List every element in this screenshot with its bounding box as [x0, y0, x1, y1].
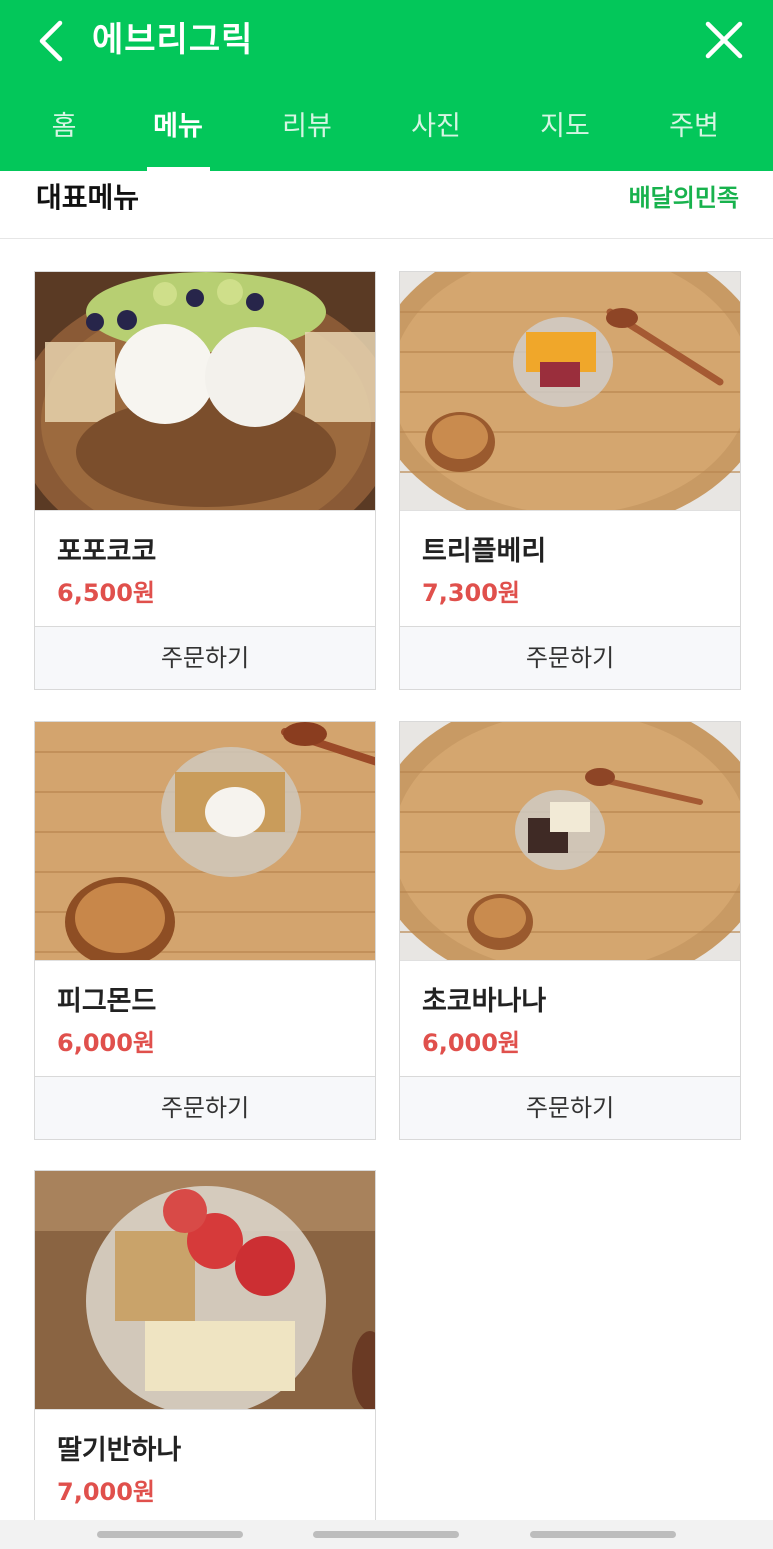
handle-left [97, 1531, 243, 1538]
menu-photo[interactable] [400, 722, 740, 960]
menu-card[interactable]: 딸기반하나 7,000원 [34, 1170, 376, 1522]
menu-photo[interactable] [35, 1171, 375, 1409]
menu-card[interactable]: 포포코코 6,500원 주문하기 [34, 271, 376, 690]
menu-info: 포포코코 6,500원 [35, 510, 375, 626]
tab-nearby[interactable]: 주변 [630, 85, 758, 171]
order-button[interactable]: 주문하기 [35, 626, 375, 689]
delivery-app-link[interactable]: 배달의민족 [629, 175, 739, 221]
menu-photo[interactable] [400, 272, 740, 510]
order-button[interactable]: 주문하기 [400, 1076, 740, 1139]
menu-photo[interactable] [35, 272, 375, 510]
tab-menu[interactable]: 메뉴 [114, 85, 242, 171]
order-button[interactable]: 주문하기 [35, 1076, 375, 1139]
menu-card[interactable]: 트리플베리 7,300원 주문하기 [399, 271, 741, 690]
handle-right [530, 1531, 676, 1538]
menu-name: 딸기반하나 [57, 1435, 182, 1466]
tab-reviews[interactable]: 리뷰 [243, 85, 371, 171]
menu-price: 7,000원 [57, 1478, 155, 1506]
menu-name: 트리플베리 [422, 536, 547, 567]
order-button[interactable]: 주문하기 [400, 626, 740, 689]
menu-name: 포포코코 [57, 536, 157, 567]
section-header: 대표메뉴 배달의민족 [0, 171, 773, 239]
menu-price: 6,000원 [422, 1029, 520, 1057]
handle-center [313, 1531, 459, 1538]
menu-photo[interactable] [35, 722, 375, 960]
section-title: 대표메뉴 [36, 181, 140, 214]
tab-photos[interactable]: 사진 [372, 85, 500, 171]
back-arrow-icon[interactable] [34, 18, 68, 64]
menu-card[interactable]: 피그몬드 6,000원 주문하기 [34, 721, 376, 1140]
menu-card[interactable]: 초코바나나 6,000원 주문하기 [399, 721, 741, 1140]
tab-map[interactable]: 지도 [501, 85, 629, 171]
menu-name: 피그몬드 [57, 986, 157, 1017]
menu-price: 7,300원 [422, 579, 520, 607]
close-icon[interactable] [704, 20, 744, 60]
menu-info: 딸기반하나 7,000원 [35, 1409, 375, 1525]
menu-info: 트리플베리 7,300원 [400, 510, 740, 626]
page-title: 에브리그릭 [92, 20, 254, 60]
bottom-handle-bar [0, 1520, 773, 1549]
tab-bar: 홈 메뉴 리뷰 사진 지도 주변 [0, 85, 773, 171]
menu-info: 초코바나나 6,000원 [400, 960, 740, 1076]
tab-home[interactable]: 홈 [0, 85, 128, 171]
top-app-bar: 에브리그릭 [0, 0, 773, 85]
menu-price: 6,000원 [57, 1029, 155, 1057]
menu-price: 6,500원 [57, 579, 155, 607]
menu-info: 피그몬드 6,000원 [35, 960, 375, 1076]
menu-name: 초코바나나 [422, 986, 547, 1017]
